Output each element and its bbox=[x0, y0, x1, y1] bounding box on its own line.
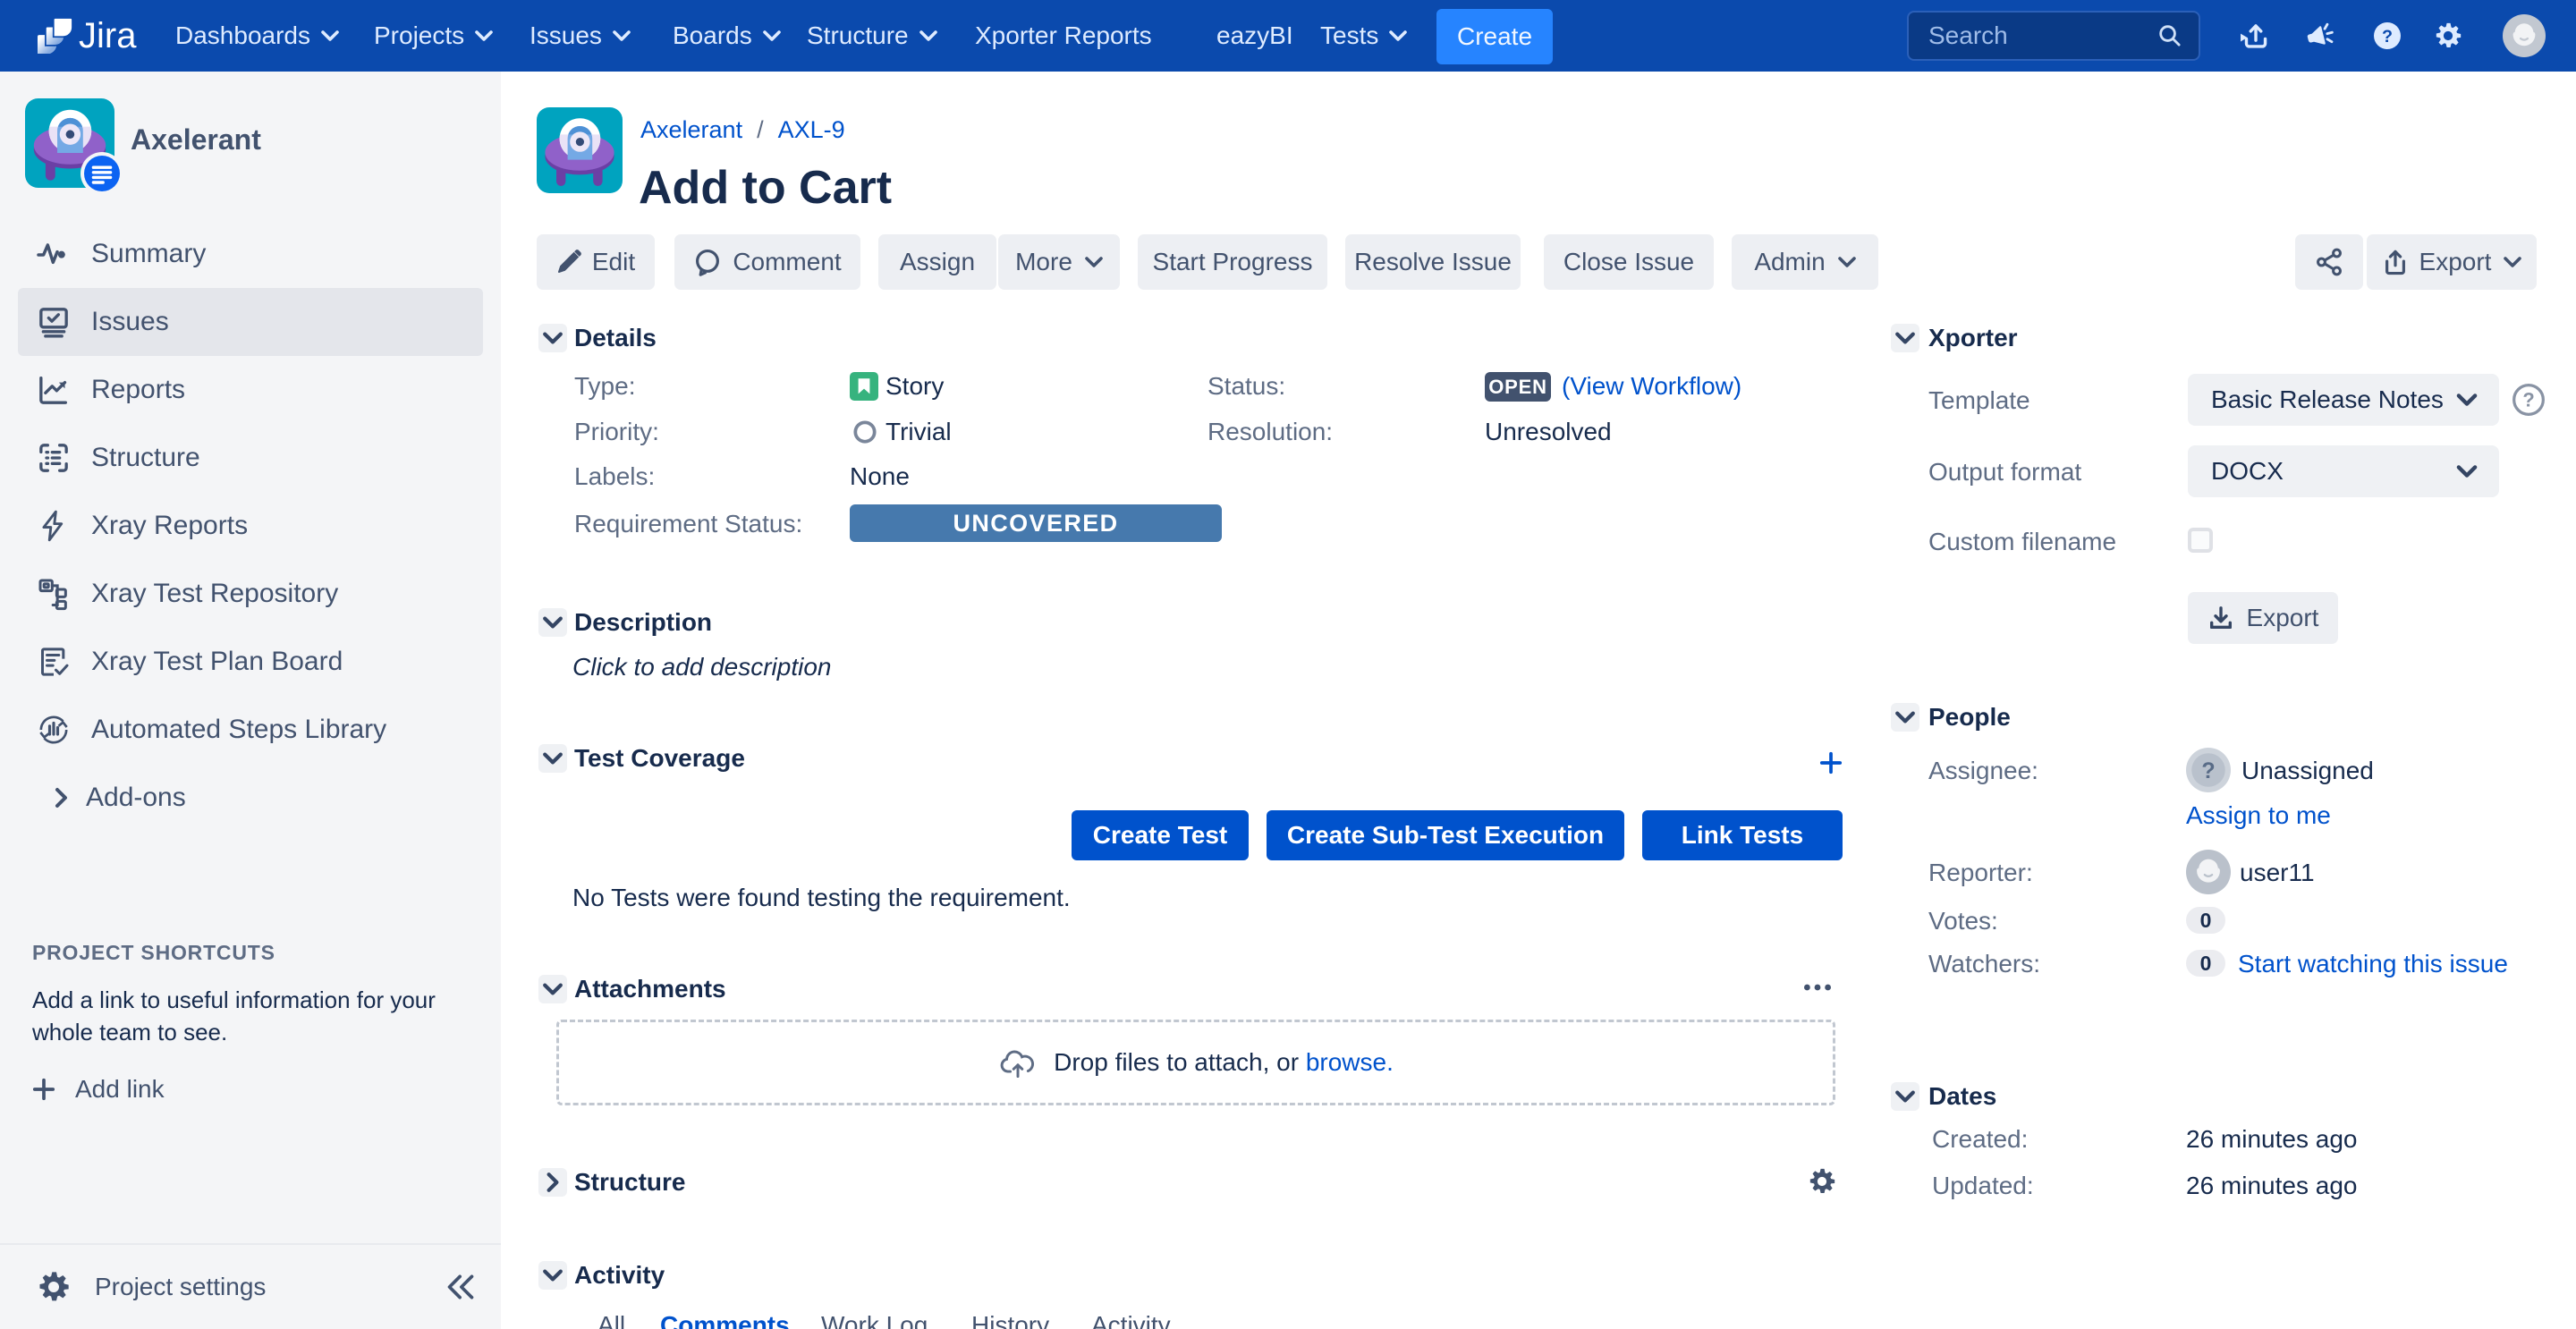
svg-text:?: ? bbox=[2522, 389, 2534, 411]
svg-text:?: ? bbox=[2201, 758, 2215, 783]
svg-text:?: ? bbox=[2382, 27, 2393, 47]
